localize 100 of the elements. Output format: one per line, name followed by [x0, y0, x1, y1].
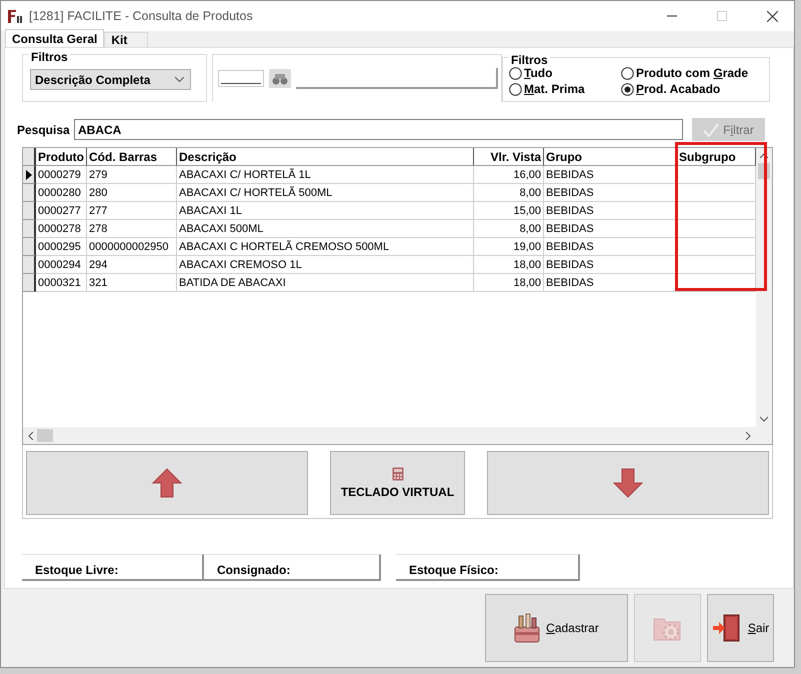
lookup-button[interactable]: [269, 69, 291, 88]
radio-option[interactable]: Prod. Acabado: [621, 82, 761, 96]
table-cell: 16,00: [474, 166, 544, 184]
table-cell: ABACAXI CREMOSO 1L: [177, 256, 474, 274]
table-cell: ABACAXI C/ HORTELÃ 500ML: [177, 184, 474, 202]
radio-option[interactable]: Produto com Grade: [621, 66, 761, 80]
up-arrow-icon: [151, 467, 184, 499]
radio-icon[interactable]: [621, 82, 634, 96]
table-cell: 15,00: [474, 202, 544, 220]
tab[interactable]: Consulta Geral: [5, 29, 104, 48]
table-cell: 18,00: [474, 256, 544, 274]
calculator-icon: [392, 467, 404, 481]
current-row-icon: [26, 170, 32, 180]
column-header[interactable]: Produto: [36, 148, 87, 166]
toolbox-icon: [514, 613, 540, 643]
previous-button[interactable]: [26, 451, 308, 515]
column-header[interactable]: Cód. Barras: [87, 148, 177, 166]
door-exit-icon: [712, 613, 742, 643]
column-header[interactable]: Descrição: [177, 148, 474, 166]
table-cell: 321: [87, 274, 177, 292]
table-cell: ABACAXI C HORTELÃ CREMOSO 500ML: [177, 238, 474, 256]
corner-cell: [23, 148, 36, 166]
radio-icon[interactable]: [509, 82, 522, 96]
scroll-down-icon[interactable]: [760, 416, 768, 422]
search-label: Pesquisa: [17, 122, 71, 136]
scroll-thumb[interactable]: [37, 429, 53, 442]
down-arrow-icon: [612, 467, 644, 499]
table-cell: 0000295: [36, 238, 87, 256]
table-cell: 277: [87, 202, 177, 220]
table-cell: 8,00: [474, 220, 544, 238]
column-header[interactable]: Subgrupo: [677, 148, 756, 166]
table-cell: 294: [87, 256, 177, 274]
table-cell: 0000000002950: [87, 238, 177, 256]
table-cell: 0000278: [36, 220, 87, 238]
scroll-right-icon[interactable]: [745, 432, 751, 440]
table-cell: BEBIDAS: [544, 256, 677, 274]
exit-button[interactable]: Sair: [707, 594, 774, 662]
radio-option[interactable]: Mat. Prima: [509, 82, 621, 96]
table-cell: 8,00: [474, 184, 544, 202]
table-cell: 0000280: [36, 184, 87, 202]
row-indicator[interactable]: [23, 202, 36, 220]
stock-field: Estoque Físico:: [396, 554, 580, 581]
row-indicator[interactable]: [23, 274, 36, 292]
binoculars-icon: [272, 72, 288, 84]
table-cell: BEBIDAS: [544, 238, 677, 256]
table-cell: ABACAXI C/ HORTELÃ 1L: [177, 166, 474, 184]
table-cell: 0000277: [36, 202, 87, 220]
group-title: Filtros: [509, 54, 550, 66]
row-indicator[interactable]: [23, 256, 36, 274]
table-cell: 18,00: [474, 274, 544, 292]
column-header[interactable]: Vlr. Vista: [474, 148, 544, 166]
stock-field: Estoque Livre:: [22, 554, 204, 581]
row-indicator[interactable]: [23, 166, 36, 184]
row-indicator[interactable]: [23, 220, 36, 238]
table-cell: BEBIDAS: [544, 274, 677, 292]
search-field[interactable]: ABACA: [74, 119, 683, 140]
scroll-up-icon[interactable]: [760, 153, 768, 159]
table-cell: BEBIDAS: [544, 184, 677, 202]
app-logo-icon: [7, 8, 23, 24]
table-cell: 0000294: [36, 256, 87, 274]
vertical-scrollbar[interactable]: [756, 148, 772, 427]
stock-field: Consignado:: [204, 554, 381, 581]
button-label: Sair: [748, 621, 770, 635]
radio-label: Tudo: [524, 66, 552, 80]
tab[interactable]: Kit: [104, 32, 148, 48]
table-cell: BEBIDAS: [544, 220, 677, 238]
table-cell: 0000279: [36, 166, 87, 184]
button-label: Filtrar: [723, 122, 754, 136]
radio-label: Produto com Grade: [636, 66, 748, 80]
table-cell: BEBIDAS: [544, 166, 677, 184]
close-icon[interactable]: [766, 10, 778, 22]
table-cell: 279: [87, 166, 177, 184]
window-title: [1281] FACILITE - Consulta de Produtos: [29, 9, 254, 23]
row-indicator[interactable]: [23, 184, 36, 202]
radio-icon[interactable]: [509, 66, 522, 80]
code-field[interactable]: [218, 70, 264, 87]
group-title: Filtros: [29, 51, 70, 63]
table-cell: ABACAXI 500ML: [177, 220, 474, 238]
virtual-keyboard-button[interactable]: TECLADO VIRTUAL: [330, 451, 465, 515]
radio-label: Prod. Acabado: [636, 82, 720, 96]
table-cell: 280: [87, 184, 177, 202]
row-indicator[interactable]: [23, 238, 36, 256]
table-cell: BEBIDAS: [544, 202, 677, 220]
horizontal-scrollbar[interactable]: [23, 427, 772, 444]
register-button[interactable]: Cadastrar: [485, 594, 628, 662]
radio-option[interactable]: Tudo: [509, 66, 621, 80]
button-label: Cadastrar: [546, 621, 599, 635]
scroll-left-icon[interactable]: [28, 432, 34, 440]
table-cell: ABACAXI 1L: [177, 202, 474, 220]
table-cell: 0000321: [36, 274, 87, 292]
check-icon: [703, 122, 720, 136]
next-button[interactable]: [486, 451, 769, 515]
table-cell: 19,00: [474, 238, 544, 256]
radio-icon[interactable]: [621, 66, 634, 80]
radio-label: Mat. Prima: [524, 82, 585, 96]
filter-dropdown[interactable]: Descrição Completa: [30, 69, 191, 90]
table-cell: 278: [87, 220, 177, 238]
table-cell: BATIDA DE ABACAXI: [177, 274, 474, 292]
chevron-down-icon: [175, 77, 184, 82]
description-field[interactable]: [296, 68, 498, 89]
